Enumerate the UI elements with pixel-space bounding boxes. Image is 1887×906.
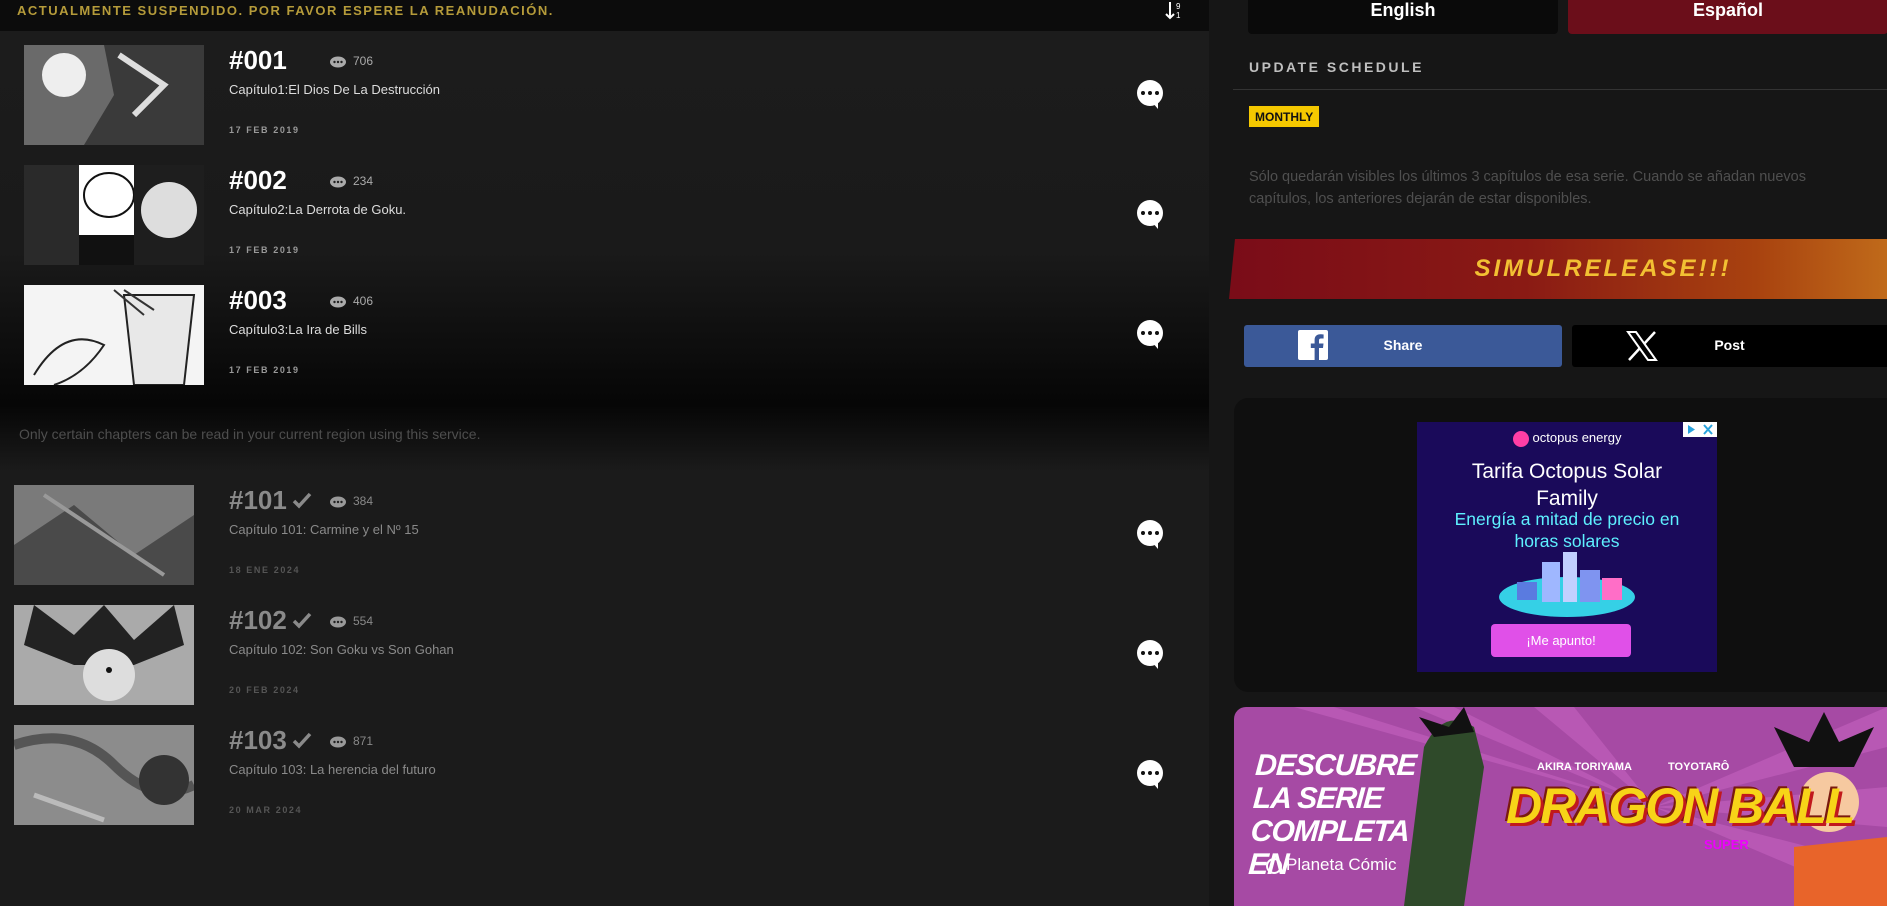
svg-text:1: 1: [1176, 11, 1181, 20]
chapter-number[interactable]: #102: [229, 605, 287, 636]
author-toyotaro: TOYOTARÔ: [1668, 761, 1730, 773]
chapter-row[interactable]: #003 406 Capítulo3:La Ira de Bills 17 FE…: [0, 285, 1209, 395]
language-spanish-button[interactable]: Español: [1568, 0, 1887, 34]
dragonball-promo-banner[interactable]: DESCUBRE LA SERIE COMPLETA EN Planeta Có…: [1234, 707, 1887, 906]
chapter-date: 17 FEB 2019: [229, 245, 300, 255]
ad-city-illustration: [1499, 552, 1635, 617]
chapter-number[interactable]: #103: [229, 725, 287, 756]
chapter-title[interactable]: Capítulo 103: La herencia del futuro: [229, 762, 436, 777]
language-english-button[interactable]: English: [1248, 0, 1558, 34]
chapter-date: 20 FEB 2024: [229, 685, 300, 695]
chapter-number[interactable]: #001: [229, 45, 287, 76]
chapter-title[interactable]: Capítulo 101: Carmine y el Nº 15: [229, 522, 419, 537]
comments-button[interactable]: [1137, 640, 1163, 669]
suspended-notice: ACTUALMENTE SUSPENDIDO. POR FAVOR ESPERE…: [17, 3, 554, 18]
author-akira: AKIRA TORIYAMA: [1537, 761, 1632, 773]
comment-icon: [330, 176, 346, 188]
chapter-row[interactable]: #001 706 Capítulo1:El Dios De La Destruc…: [0, 45, 1209, 155]
chapter-thumbnail[interactable]: [24, 45, 204, 145]
dragonball-logo: DRAGON BALL: [1506, 778, 1855, 834]
ad-cta-button[interactable]: ¡Me apunto!: [1491, 624, 1631, 657]
schedule-note: Sólo quedarán visibles los últimos 3 cap…: [1249, 169, 1806, 207]
sort-icon[interactable]: 9 1: [1164, 0, 1186, 22]
chapter-title[interactable]: Capítulo 102: Son Goku vs Son Gohan: [229, 642, 454, 657]
chapter-thumbnail[interactable]: [14, 725, 194, 825]
chapter-title[interactable]: Capítulo1:El Dios De La Destrucción: [229, 82, 440, 97]
publisher-label: Planeta Cómic: [1286, 855, 1397, 874]
ad-subtitle: Energía a mitad de precio en horas solar…: [1454, 509, 1680, 551]
chapter-date: 17 FEB 2019: [229, 365, 300, 375]
chapter-title[interactable]: Capítulo2:La Derrota de Goku.: [229, 202, 406, 217]
suspended-notice-bar: ACTUALMENTE SUSPENDIDO. POR FAVOR ESPERE…: [0, 0, 1209, 31]
simulrelease-banner: SIMULRELEASE!!!: [1229, 239, 1887, 299]
chapter-row[interactable]: #102 554 Capítulo 102: Son Goku vs Son G…: [0, 605, 1209, 715]
chapter-date: 17 FEB 2019: [229, 125, 300, 135]
chapter-row[interactable]: #002 234 Capítulo2:La Derrota de Goku. 1…: [0, 165, 1209, 275]
region-notice: Only certain chapters can be read in you…: [19, 426, 481, 442]
chapter-date: 20 MAR 2024: [229, 805, 303, 815]
comment-icon: [330, 496, 346, 508]
comment-icon: [330, 736, 346, 748]
octopus-logo-icon: [1512, 430, 1529, 447]
chapter-thumbnail[interactable]: [14, 605, 194, 705]
planeta-logo-icon: [1266, 857, 1282, 874]
chapter-thumbnail[interactable]: [14, 485, 194, 585]
comment-count: 871: [353, 734, 374, 748]
dragonball-logo-super: SUPER: [1704, 837, 1749, 852]
ad-brand-name: octopus energy: [1532, 430, 1622, 445]
chapter-list-panel: ACTUALMENTE SUSPENDIDO. POR FAVOR ESPERE…: [0, 0, 1209, 906]
chapter-number[interactable]: #003: [229, 285, 287, 316]
chapter-thumbnail[interactable]: [24, 165, 204, 265]
read-check-icon: [292, 612, 312, 629]
x-post-label: Post: [1714, 337, 1745, 353]
comment-count: 706: [353, 54, 374, 68]
comment-count: 554: [353, 614, 374, 628]
chapter-title[interactable]: Capítulo3:La Ira de Bills: [229, 322, 367, 337]
advertisement[interactable]: octopus energy Tarifa Octopus Solar Fami…: [1417, 422, 1717, 672]
chapter-row[interactable]: #101 384 Capítulo 101: Carmine y el Nº 1…: [0, 485, 1209, 595]
ad-title: Tarifa Octopus Solar Family: [1471, 460, 1663, 510]
chapter-thumbnail[interactable]: [24, 285, 204, 385]
chapter-number[interactable]: #002: [229, 165, 287, 196]
facebook-share-label: Share: [1383, 337, 1423, 353]
divider: [1233, 89, 1887, 90]
comments-button[interactable]: [1137, 760, 1163, 789]
comment-icon: [330, 616, 346, 628]
comments-button[interactable]: [1137, 200, 1163, 229]
comments-button[interactable]: [1137, 320, 1163, 349]
read-check-icon: [292, 732, 312, 749]
update-schedule-title: UPDATE SCHEDULE: [1249, 59, 1424, 75]
comment-count: 406: [353, 294, 374, 308]
ad-brand: octopus energy: [1417, 430, 1717, 447]
schedule-badge: MONTHLY: [1249, 106, 1320, 127]
comment-count: 234: [353, 174, 374, 188]
publisher-name: Planeta Cómic: [1266, 855, 1397, 875]
facebook-share-button[interactable]: Share: [1244, 325, 1562, 367]
x-post-button[interactable]: Post: [1572, 325, 1887, 367]
chapter-row[interactable]: #103 871 Capítulo 103: La herencia del f…: [0, 725, 1209, 835]
comments-button[interactable]: [1137, 520, 1163, 549]
chapter-date: 18 ENE 2024: [229, 565, 301, 575]
simulrelease-label: SIMULRELEASE!!!: [1474, 255, 1732, 282]
comment-icon: [330, 56, 346, 68]
comment-icon: [330, 296, 346, 308]
comment-count: 384: [353, 494, 374, 508]
chapter-number[interactable]: #101: [229, 485, 287, 516]
svg-text:9: 9: [1176, 2, 1181, 11]
read-check-icon: [292, 492, 312, 509]
comments-button[interactable]: [1137, 80, 1163, 109]
